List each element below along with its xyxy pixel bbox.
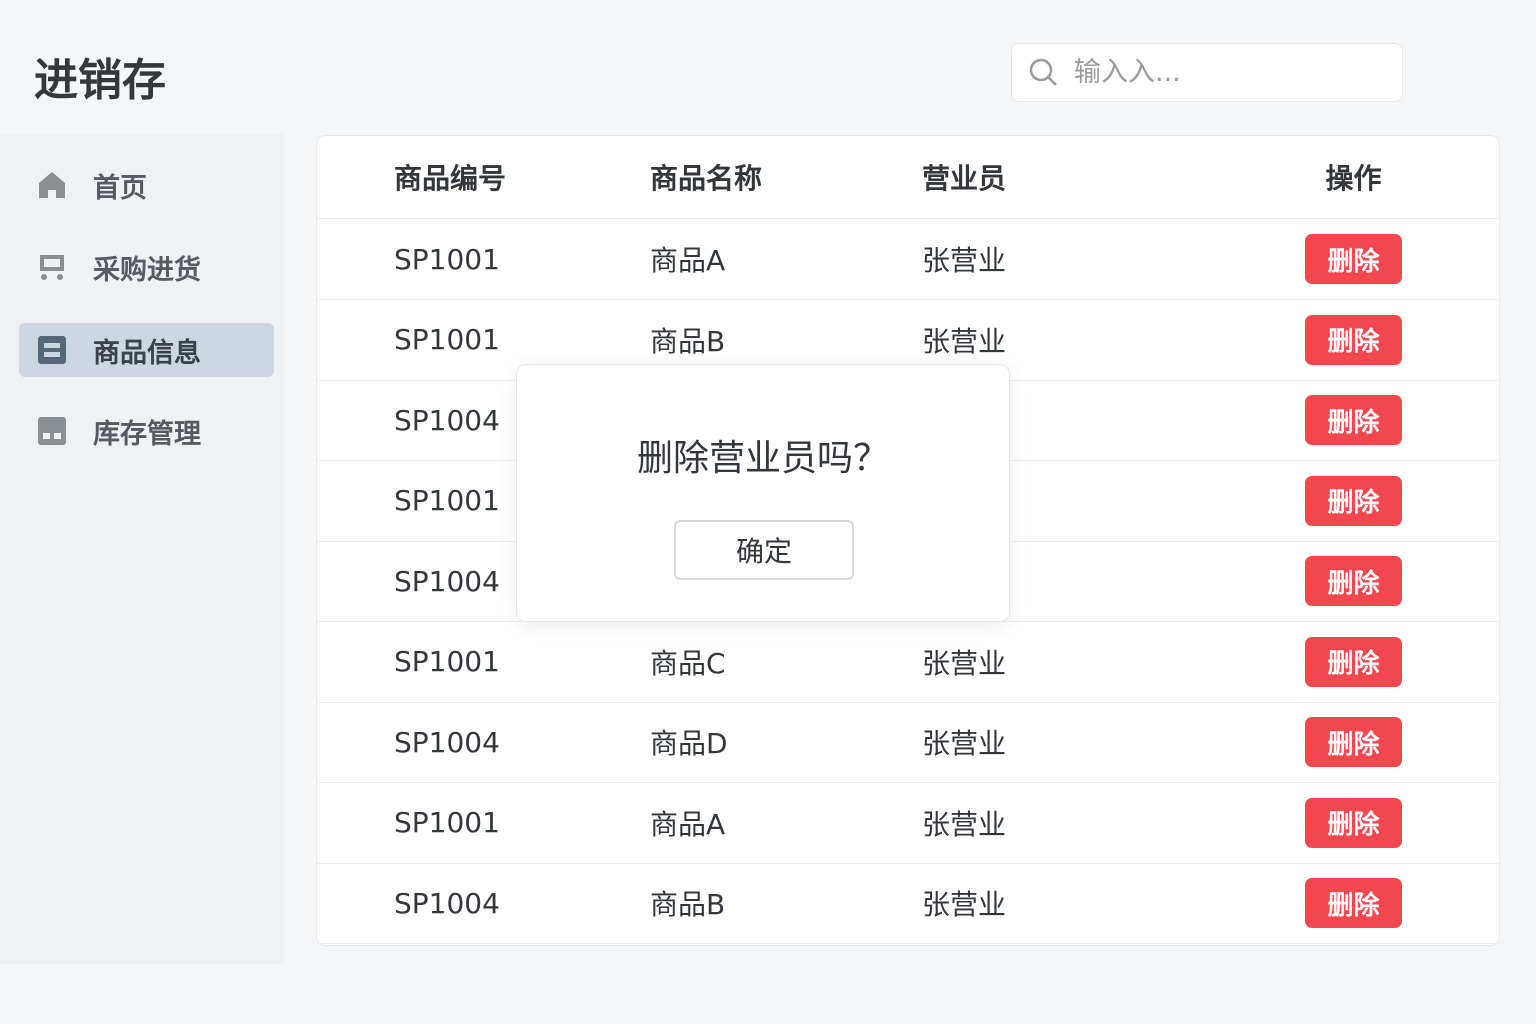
cell-id: SP1001 <box>394 645 500 678</box>
search-input[interactable] <box>1074 57 1374 88</box>
cell-name: 商品B <box>650 324 726 358</box>
table-row: SP1004 商品D 张营业 删除 <box>317 702 1501 783</box>
cell-name: 商品B <box>650 888 726 921</box>
search-icon <box>1029 58 1057 86</box>
sidebar-item-label: 商品信息 <box>93 337 201 369</box>
delete-button[interactable]: 删除 <box>1305 878 1402 928</box>
cell-id: SP1004 <box>394 403 500 437</box>
cell-id: SP1001 <box>394 806 500 839</box>
sidebar-item-inventory[interactable]: 库存管理 <box>19 404 274 458</box>
home-icon <box>37 170 67 200</box>
header-staff: 营业员 <box>922 162 1007 195</box>
table-header: 商品编号 商品名称 营业员 操作 <box>317 136 1501 219</box>
delete-button[interactable]: 删除 <box>1305 314 1402 365</box>
cell-staff: 张营业 <box>922 324 1007 358</box>
cell-staff: 张营业 <box>922 244 1007 277</box>
cell-id: SP1001 <box>394 484 500 517</box>
sidebar-item-label: 库存管理 <box>93 418 201 450</box>
sidebar-item-label: 首页 <box>93 172 147 204</box>
header-action: 操作 <box>1325 162 1382 195</box>
cell-name: 商品A <box>650 807 726 841</box>
delete-button[interactable]: 删除 <box>1305 234 1402 284</box>
sidebar-item-home[interactable]: 首页 <box>19 158 274 212</box>
cell-id: SP1004 <box>394 725 500 759</box>
confirm-button[interactable]: 确定 <box>674 520 854 580</box>
inventory-icon <box>37 416 67 446</box>
cell-name: 商品C <box>650 646 726 680</box>
sidebar-item-label: 采购进货 <box>93 254 201 286</box>
cell-staff: 张营业 <box>922 888 1007 921</box>
header-id: 商品编号 <box>394 162 507 195</box>
sidebar: 首页 采购进货 商品信息 库存管理 <box>0 134 284 964</box>
table-row: SP1004 商品B 张营业 删除 <box>317 863 1501 944</box>
search-box[interactable] <box>1011 43 1403 102</box>
sidebar-item-purchase[interactable]: 采购进货 <box>19 240 274 294</box>
delete-button[interactable]: 删除 <box>1305 717 1402 767</box>
table-row: SP1001 商品C 张营业 删除 <box>317 622 1501 703</box>
cell-id: SP1001 <box>394 323 500 356</box>
cell-id: SP1004 <box>394 564 500 598</box>
cell-staff: 张营业 <box>922 727 1007 760</box>
app-title: 进销存 <box>34 55 166 106</box>
confirm-dialog: 删除营业员吗？ 确定 <box>516 364 1010 622</box>
sidebar-item-products[interactable]: 商品信息 <box>19 323 274 377</box>
dialog-question: 删除营业员吗？ <box>636 438 889 479</box>
delete-button[interactable]: 删除 <box>1305 475 1402 526</box>
delete-button[interactable]: 删除 <box>1305 556 1402 606</box>
delete-button[interactable]: 删除 <box>1305 395 1402 445</box>
list-icon <box>37 335 67 365</box>
table-row: SP1001 商品A 张营业 删除 <box>317 219 1501 300</box>
delete-button[interactable]: 删除 <box>1305 797 1402 848</box>
cell-name: 商品A <box>650 244 726 277</box>
delete-button[interactable]: 删除 <box>1305 636 1402 687</box>
cell-id: SP1004 <box>394 886 500 920</box>
table-row: SP1001 商品A 张营业 删除 <box>317 783 1501 864</box>
cell-name: 商品D <box>650 727 728 760</box>
header-name: 商品名称 <box>650 162 763 195</box>
cart-icon <box>37 252 67 282</box>
cell-id: SP1001 <box>394 242 500 276</box>
cell-staff: 张营业 <box>922 807 1007 841</box>
cell-staff: 张营业 <box>922 646 1007 680</box>
